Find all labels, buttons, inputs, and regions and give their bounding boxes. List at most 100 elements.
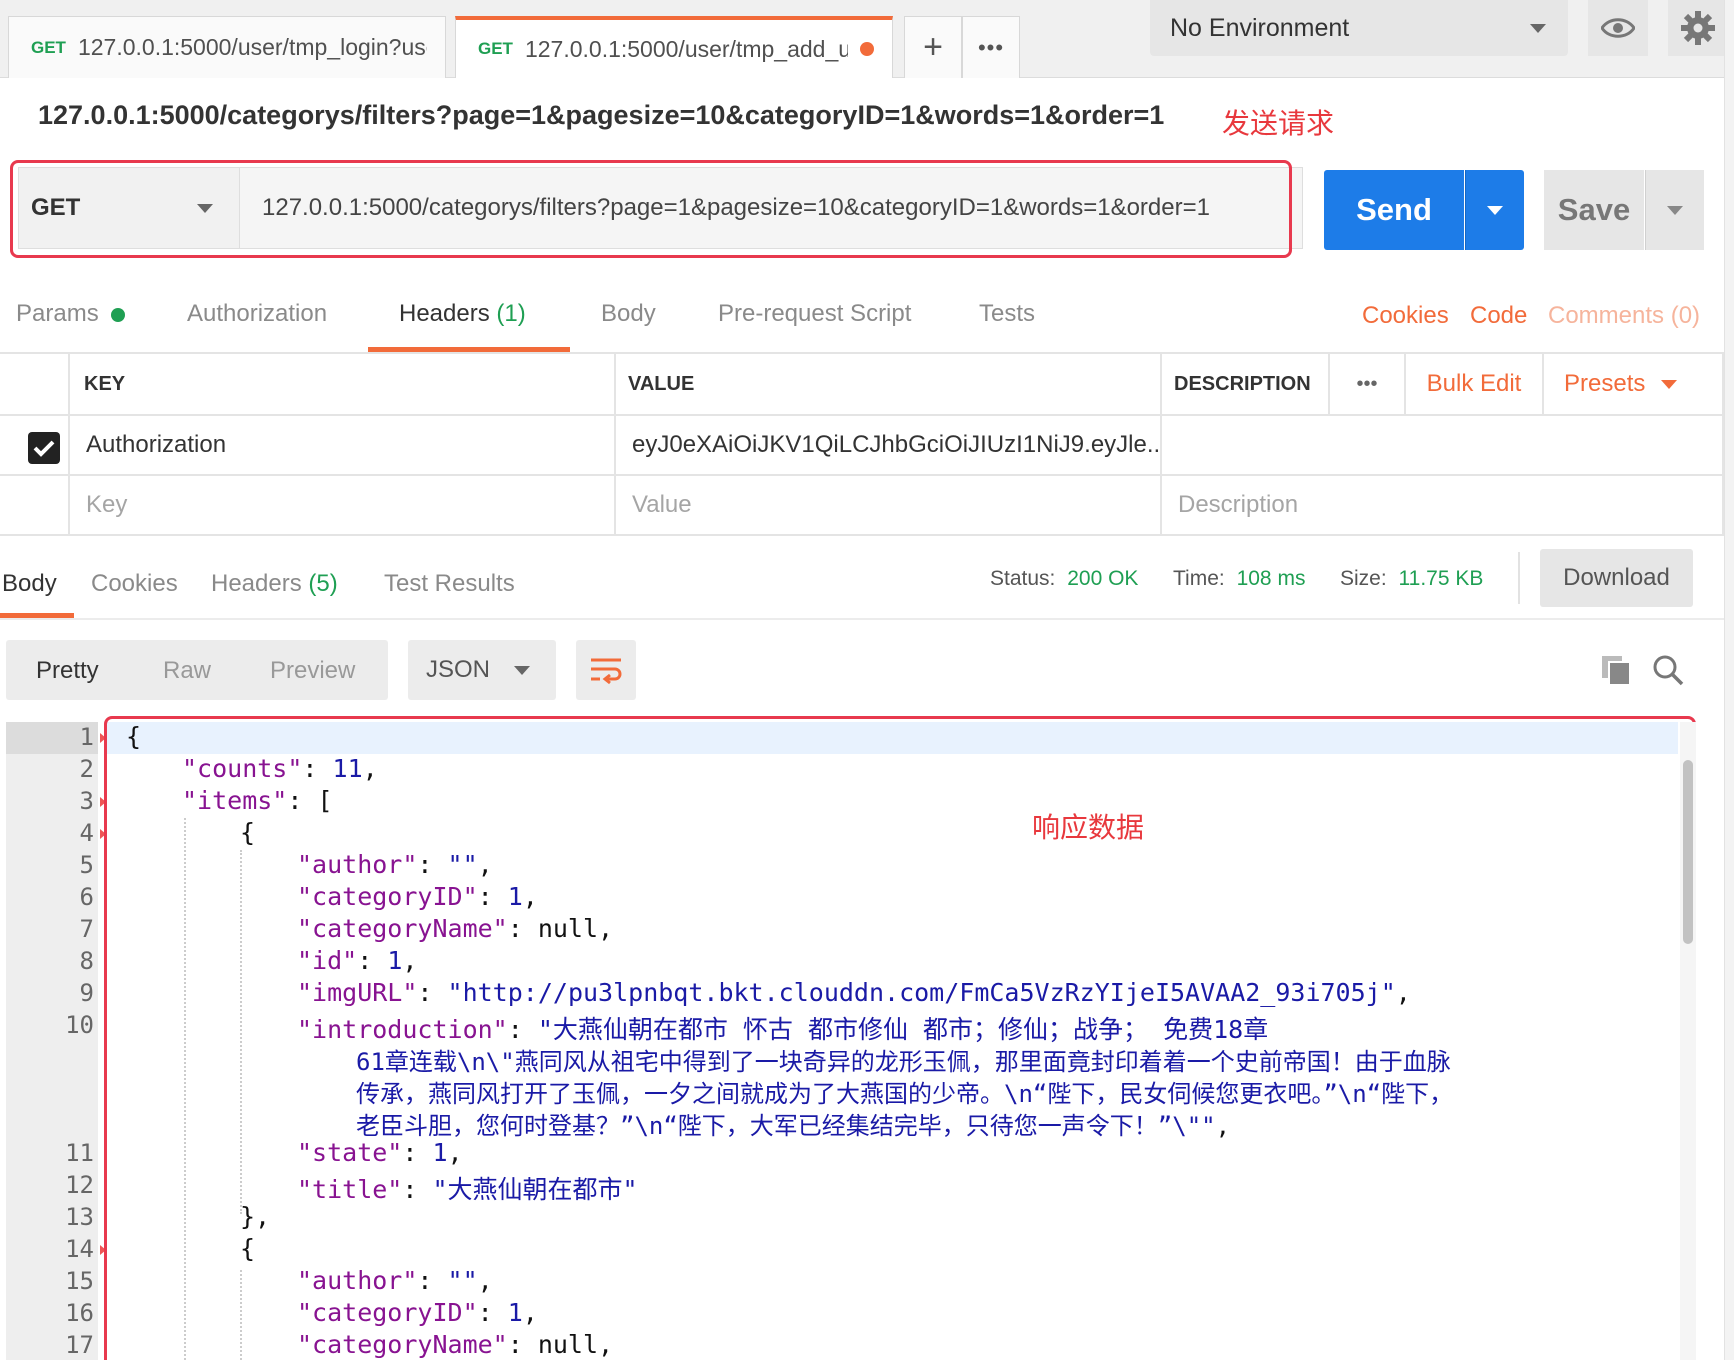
response-tab-body[interactable]: Body xyxy=(2,570,57,598)
chevron-down-icon xyxy=(514,666,530,675)
tab-tests[interactable]: Tests xyxy=(979,300,1035,328)
presets-dropdown[interactable]: Presets xyxy=(1544,354,1724,416)
code-scrollbar-thumb[interactable] xyxy=(1683,760,1693,944)
line-number: 17 xyxy=(65,1331,94,1359)
plus-icon: + xyxy=(923,28,943,66)
tab-prerequest-script[interactable]: Pre-request Script xyxy=(718,300,911,328)
line-number: 15 xyxy=(65,1267,94,1295)
column-header-value: VALUE xyxy=(616,354,1162,416)
meta-divider xyxy=(1518,552,1520,604)
send-button[interactable]: Send xyxy=(1324,170,1464,250)
header-key-field[interactable]: Authorization xyxy=(70,416,616,476)
line-number: 10 xyxy=(65,1011,94,1039)
more-icon: ••• xyxy=(977,34,1005,60)
bulk-edit-link[interactable]: Bulk Edit xyxy=(1406,354,1544,416)
window-scrollbar[interactable] xyxy=(1724,0,1734,1360)
table-more-button[interactable]: ••• xyxy=(1330,354,1406,416)
time-readout: Time: 108 ms xyxy=(1173,567,1305,591)
format-pretty[interactable]: Pretty xyxy=(36,657,99,685)
line-number: 9 xyxy=(79,979,94,1007)
comments-link[interactable]: Comments (0) xyxy=(1548,302,1700,330)
chevron-down-icon xyxy=(1487,205,1503,215)
line-number: 16 xyxy=(65,1299,94,1327)
request-title: 127.0.0.1:5000/categorys/filters?page=1&… xyxy=(38,100,1165,130)
gear-icon xyxy=(1681,11,1715,45)
language-select[interactable]: JSON xyxy=(408,640,556,700)
wrap-lines-icon xyxy=(591,658,622,685)
download-button[interactable]: Download xyxy=(1540,549,1693,607)
line-number: 11 xyxy=(65,1139,94,1167)
tab-more-button[interactable]: ••• xyxy=(962,16,1020,78)
size-readout: Size: 11.75 KB xyxy=(1340,567,1483,591)
response-highlight-frame xyxy=(104,716,1696,1360)
header-description-field[interactable] xyxy=(1162,416,1724,476)
time-label: Time: xyxy=(1173,567,1225,590)
environment-label: No Environment xyxy=(1170,13,1350,42)
line-number: 2 xyxy=(79,755,94,783)
tab-authorization[interactable]: Authorization xyxy=(187,300,327,328)
response-headers-label: Headers xyxy=(211,570,302,597)
response-divider xyxy=(0,618,1724,620)
tab-url: 127.0.0.1:5000/user/tmp_login?user xyxy=(77,34,427,60)
status-label: Status: xyxy=(990,567,1056,590)
copy-icon xyxy=(1602,656,1631,686)
line-number: 6 xyxy=(79,883,94,911)
settings-button[interactable] xyxy=(1668,0,1728,56)
status-value: 200 OK xyxy=(1067,567,1139,590)
line-number: 7 xyxy=(79,915,94,943)
response-tab-cookies[interactable]: Cookies xyxy=(91,570,178,598)
line-number: 3 xyxy=(79,787,94,815)
time-value: 108 ms xyxy=(1236,567,1306,590)
eye-icon xyxy=(1601,18,1635,38)
line-number: 13 xyxy=(65,1203,94,1231)
cookies-link[interactable]: Cookies xyxy=(1362,302,1449,330)
request-tab-active[interactable]: GET 127.0.0.1:5000/user/tmp_add_us xyxy=(455,16,893,78)
line-number-gutter xyxy=(6,722,98,1360)
headers-count: (1) xyxy=(496,300,526,327)
tab-method: GET xyxy=(31,37,66,57)
params-active-dot-icon xyxy=(111,307,126,322)
column-header-description: DESCRIPTION xyxy=(1162,354,1330,416)
header-value-field[interactable]: eyJ0eXAiOiJKV1QiLCJhbGciOiJIUzI1NiJ9.eyJ… xyxy=(616,416,1162,476)
line-number: 12 xyxy=(65,1171,94,1199)
save-options-button[interactable] xyxy=(1645,170,1704,250)
send-request-annotation: 发送请求 xyxy=(1222,108,1335,139)
environment-quick-look-button[interactable] xyxy=(1588,0,1648,56)
new-value-input[interactable]: Value xyxy=(616,476,1162,536)
presets-label: Presets xyxy=(1564,370,1646,397)
send-options-button[interactable] xyxy=(1465,170,1524,250)
request-highlight-frame xyxy=(10,160,1292,258)
code-link[interactable]: Code xyxy=(1470,302,1527,330)
request-tab[interactable]: GET 127.0.0.1:5000/user/tmp_login?user xyxy=(8,16,446,78)
more-icon: ••• xyxy=(1356,372,1378,395)
tab-headers[interactable]: Headers (1) xyxy=(399,300,526,328)
unsaved-dot-icon xyxy=(860,42,874,56)
line-number: 5 xyxy=(79,851,94,879)
search-button[interactable] xyxy=(1652,654,1684,691)
tab-headers-label: Headers xyxy=(399,300,490,327)
language-label: JSON xyxy=(426,656,491,683)
new-key-input[interactable]: Key xyxy=(70,476,616,536)
new-description-input[interactable]: Description xyxy=(1162,476,1724,536)
copy-button[interactable] xyxy=(1600,654,1632,691)
search-icon xyxy=(1653,655,1684,686)
tab-body[interactable]: Body xyxy=(601,300,656,328)
table-header-checkbox-cell xyxy=(0,354,70,416)
response-tab-test-results[interactable]: Test Results xyxy=(384,570,515,598)
format-preview[interactable]: Preview xyxy=(270,657,355,685)
tab-params-label: Params xyxy=(16,300,99,327)
line-number: 1 xyxy=(79,723,94,751)
tab-params[interactable]: Params xyxy=(16,300,126,328)
line-number: 14 xyxy=(65,1235,94,1263)
save-button[interactable]: Save xyxy=(1544,170,1644,250)
response-tab-headers[interactable]: Headers (5) xyxy=(211,570,338,598)
status-readout: Status: 200 OK xyxy=(990,567,1138,591)
header-enabled-checkbox[interactable] xyxy=(28,432,60,464)
row-checkbox-cell xyxy=(0,476,70,536)
new-tab-button[interactable]: + xyxy=(904,16,962,78)
response-headers-count: (5) xyxy=(308,570,338,597)
chevron-down-icon xyxy=(1661,379,1678,389)
environment-select[interactable]: No Environment xyxy=(1150,0,1568,56)
wrap-lines-button[interactable] xyxy=(576,640,636,700)
format-raw[interactable]: Raw xyxy=(163,657,211,685)
